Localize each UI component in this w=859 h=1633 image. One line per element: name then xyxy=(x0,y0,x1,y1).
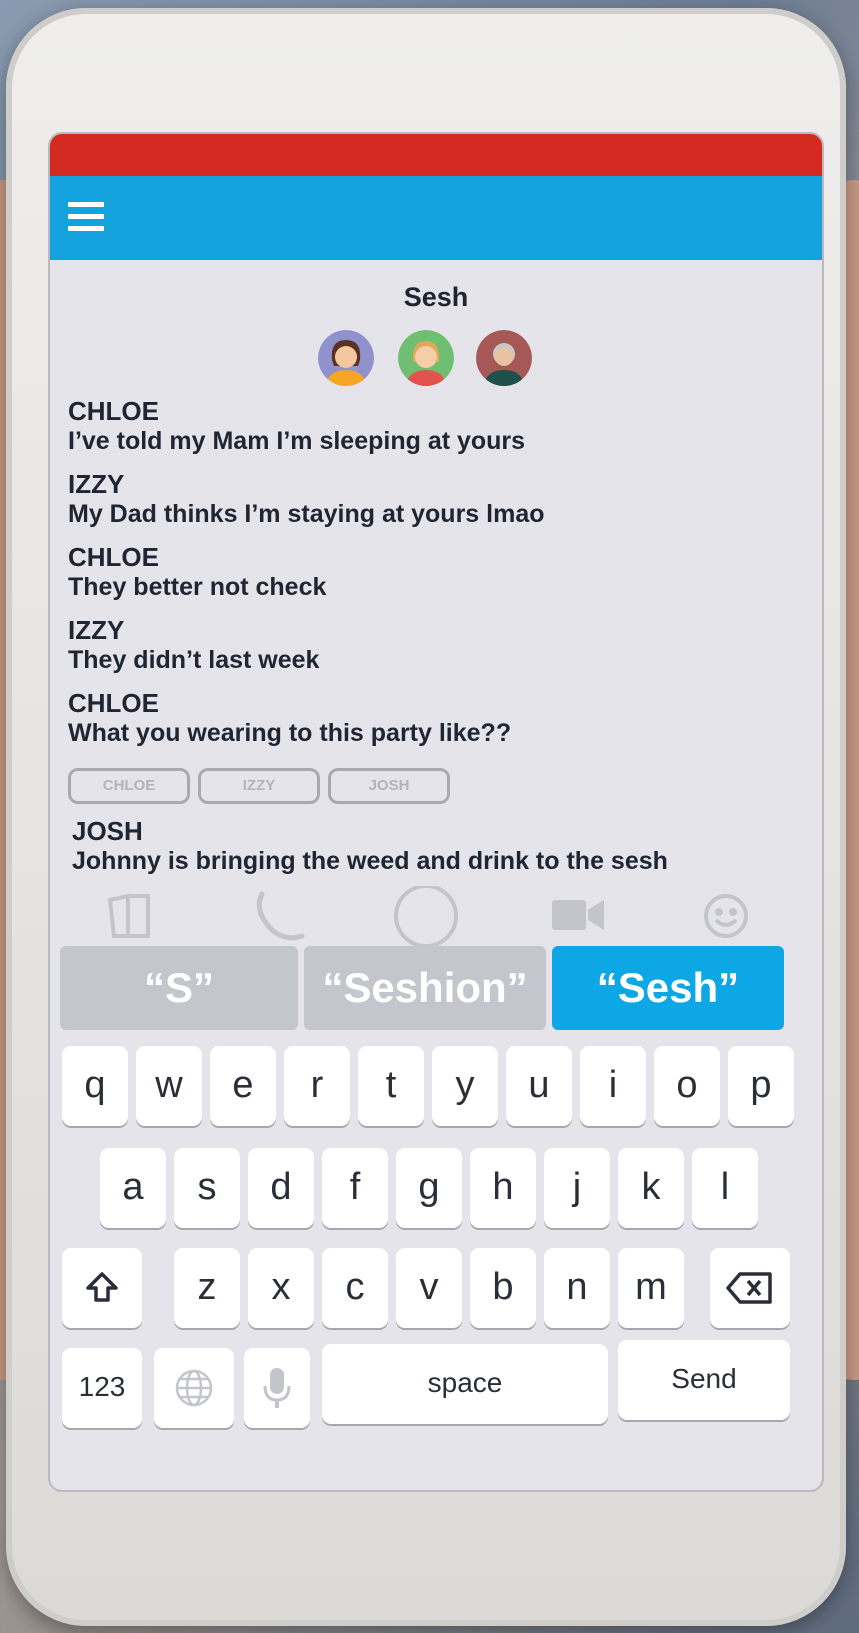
keyboard: q w e r t y u i o p a s d f g h j k l z … xyxy=(50,1034,822,1490)
avatar-izzy[interactable] xyxy=(398,330,454,386)
message-item: IZZY My Dad thinks I’m staying at yours … xyxy=(68,469,808,529)
key-f[interactable]: f xyxy=(322,1148,388,1228)
suggestion-bar: “S” “Seshion” “Sesh” xyxy=(60,946,812,1032)
message-sender: CHLOE xyxy=(68,542,159,572)
emoji-icon[interactable] xyxy=(696,886,756,946)
key-h[interactable]: h xyxy=(470,1148,536,1228)
space-key[interactable]: space xyxy=(322,1344,608,1424)
message-item: CHLOE What you wearing to this party lik… xyxy=(68,688,808,748)
key-w[interactable]: w xyxy=(136,1046,202,1126)
key-t[interactable]: t xyxy=(358,1046,424,1126)
chat-actions-bar xyxy=(100,884,790,950)
camera-shutter-icon[interactable] xyxy=(392,884,458,948)
key-i[interactable]: i xyxy=(580,1046,646,1126)
key-e[interactable]: e xyxy=(210,1046,276,1126)
message-text: Johnny is bringing the weed and drink to… xyxy=(72,847,668,875)
reply-tags: CHLOE IZZY JOSH xyxy=(68,768,488,804)
message-sender: JOSH xyxy=(72,816,143,846)
reply-tag-chloe[interactable]: CHLOE xyxy=(68,768,190,804)
message-text: What you wearing to this party like?? xyxy=(68,719,512,747)
message-sender: IZZY xyxy=(68,615,125,645)
key-n[interactable]: n xyxy=(544,1248,610,1328)
globe-icon[interactable] xyxy=(154,1348,234,1428)
key-x[interactable]: x xyxy=(248,1248,314,1328)
key-a[interactable]: a xyxy=(100,1148,166,1228)
send-button[interactable]: Send xyxy=(618,1340,790,1420)
status-bar xyxy=(50,134,822,176)
message-item: CHLOE I’ve told my Mam I’m sleeping at y… xyxy=(68,396,808,456)
message-item: CHLOE They better not check xyxy=(68,542,808,602)
suggestion-right[interactable]: “Sesh” xyxy=(552,946,784,1030)
message-sender: CHLOE xyxy=(68,688,159,718)
key-s[interactable]: s xyxy=(174,1148,240,1228)
suggestion-left[interactable]: “S” xyxy=(60,946,298,1030)
key-g[interactable]: g xyxy=(396,1148,462,1228)
message-text: They better not check xyxy=(68,573,327,601)
chat-title: Sesh xyxy=(403,282,469,312)
microphone-icon[interactable] xyxy=(244,1348,310,1428)
key-y[interactable]: y xyxy=(432,1046,498,1126)
backspace-key[interactable] xyxy=(710,1248,790,1328)
book-icon[interactable] xyxy=(100,886,160,946)
key-l[interactable]: l xyxy=(692,1148,758,1228)
shift-key[interactable] xyxy=(62,1248,142,1328)
avatar-chloe[interactable] xyxy=(318,330,374,386)
phone-icon[interactable] xyxy=(248,886,308,946)
key-b[interactable]: b xyxy=(470,1248,536,1328)
key-q[interactable]: q xyxy=(62,1046,128,1126)
hamburger-menu-icon[interactable] xyxy=(68,202,104,232)
key-c[interactable]: c xyxy=(322,1248,388,1328)
phone-screen: Sesh CHLOE I’ve told my Mam I’m sleeping… xyxy=(48,132,824,1492)
message-list: CHLOE I’ve told my Mam I’m sleeping at y… xyxy=(68,396,808,761)
key-u[interactable]: u xyxy=(506,1046,572,1126)
message-sender: IZZY xyxy=(68,469,125,499)
key-z[interactable]: z xyxy=(174,1248,240,1328)
phone-frame: Sesh CHLOE I’ve told my Mam I’m sleeping… xyxy=(6,8,846,1626)
message-sender: CHLOE xyxy=(68,396,159,426)
participant-avatars xyxy=(318,330,558,388)
message-text: I’ve told my Mam I’m sleeping at yours xyxy=(68,427,526,455)
message-text: My Dad thinks I’m staying at yours lmao xyxy=(68,500,545,528)
app-bar xyxy=(50,176,822,260)
message-text: They didn’t last week xyxy=(68,646,320,674)
reply-tag-izzy[interactable]: IZZY xyxy=(198,768,320,804)
message-item: JOSH Johnny is bringing the weed and dri… xyxy=(72,816,812,876)
key-k[interactable]: k xyxy=(618,1148,684,1228)
key-m[interactable]: m xyxy=(618,1248,684,1328)
key-o[interactable]: o xyxy=(654,1046,720,1126)
key-v[interactable]: v xyxy=(396,1248,462,1328)
message-item: IZZY They didn’t last week xyxy=(68,615,808,675)
numbers-key[interactable]: 123 xyxy=(62,1348,142,1428)
key-r[interactable]: r xyxy=(284,1046,350,1126)
key-p[interactable]: p xyxy=(728,1046,794,1126)
key-d[interactable]: d xyxy=(248,1148,314,1228)
reply-tag-josh[interactable]: JOSH xyxy=(328,768,450,804)
avatar-josh[interactable] xyxy=(476,330,532,386)
video-camera-icon[interactable] xyxy=(548,886,608,946)
key-j[interactable]: j xyxy=(544,1148,610,1228)
suggestion-middle[interactable]: “Seshion” xyxy=(304,946,546,1030)
